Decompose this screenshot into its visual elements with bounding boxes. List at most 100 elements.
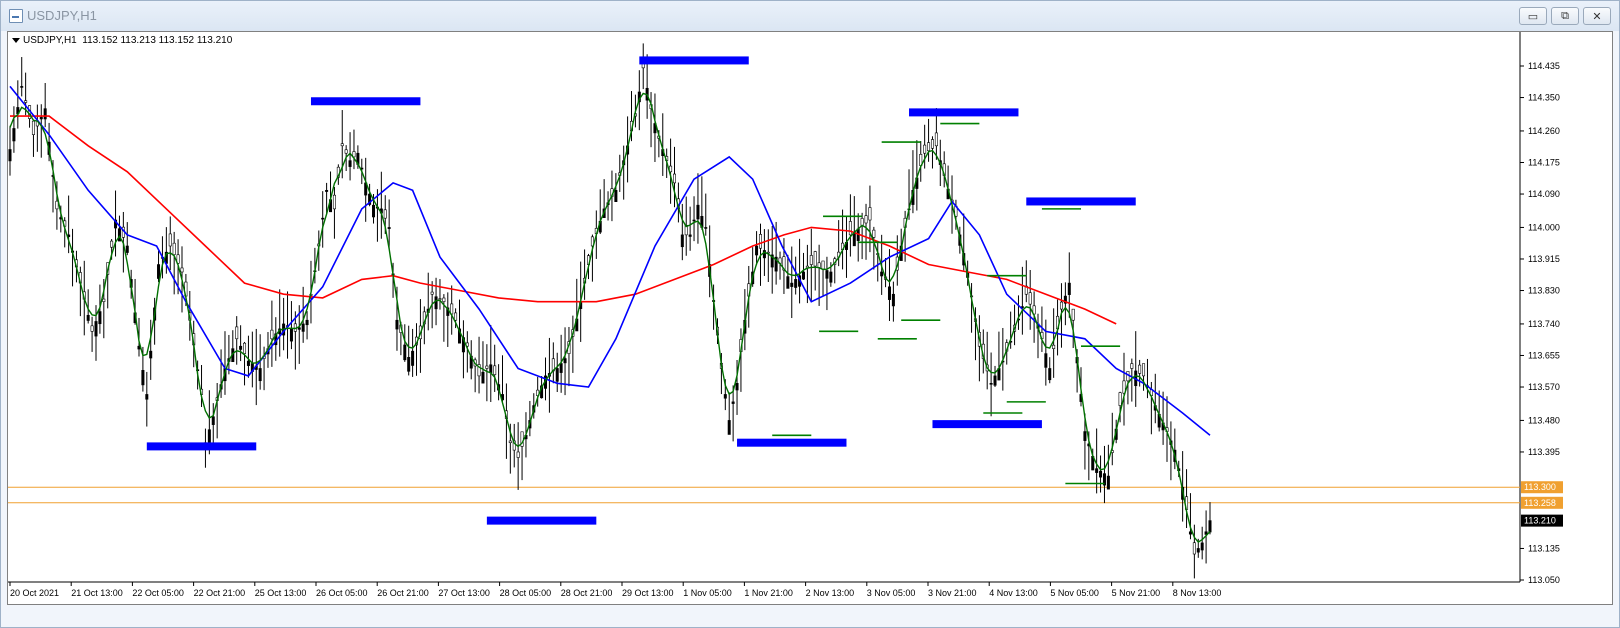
- candle-body: [141, 370, 145, 386]
- candle-body: [1138, 364, 1142, 374]
- dropdown-arrow-icon[interactable]: [12, 37, 20, 43]
- candle-body: [235, 326, 239, 340]
- price-chart[interactable]: 114.435 114.350 114.260 114.175 114.090 114.0…: [8, 32, 1612, 604]
- candle-body: [102, 298, 106, 302]
- candle-body: [301, 323, 305, 332]
- candle-body: [340, 143, 344, 147]
- candle-body: [614, 190, 618, 202]
- candle-body: [1052, 344, 1056, 349]
- candle-body: [1196, 548, 1200, 553]
- candle-body: [848, 221, 852, 236]
- candle-body: [55, 200, 59, 210]
- candle-body: [125, 245, 129, 253]
- candle-body: [704, 227, 708, 229]
- y-tick-label: 113.830: [1528, 286, 1560, 296]
- x-tick-label: 28 Oct 21:00: [561, 588, 613, 598]
- candle-body: [348, 160, 352, 167]
- chart-symbol: USDJPY,H1: [23, 35, 77, 46]
- title-bar[interactable]: USDJPY,H1 ▭ ⧉ ✕: [1, 1, 1619, 31]
- candle-body: [934, 132, 938, 147]
- candle-body: [31, 120, 35, 135]
- restore-button[interactable]: ⧉: [1551, 7, 1579, 25]
- support-resistance-zone: [310, 97, 421, 106]
- x-tick-label: 28 Oct 05:00: [500, 588, 552, 598]
- support-resistance-zone: [639, 56, 749, 65]
- candle-body: [207, 429, 211, 444]
- minimize-icon: ▭: [1527, 10, 1539, 23]
- ma-mid-line: [9, 85, 1211, 436]
- candle-body: [8, 149, 12, 162]
- candle-body: [246, 360, 250, 366]
- support-resistance-zone: [146, 442, 257, 451]
- candle-body: [430, 291, 434, 295]
- bottom-strip: [1, 605, 1619, 627]
- x-tick-label: 25 Oct 13:00: [255, 588, 307, 598]
- candle-body: [20, 86, 24, 88]
- candle-body: [243, 342, 247, 354]
- candle-body: [930, 139, 934, 149]
- x-tick-label: 22 Oct 21:00: [194, 588, 246, 598]
- candle-body: [825, 270, 829, 279]
- candle-body: [211, 416, 215, 425]
- candle-body: [1130, 363, 1134, 369]
- y-tick-label: 114.175: [1528, 157, 1560, 167]
- candle-body: [868, 207, 872, 221]
- price-level-label: 113.300: [1524, 482, 1556, 492]
- candle-body: [172, 242, 176, 255]
- candle-body: [727, 420, 731, 435]
- candle-body: [735, 383, 739, 391]
- candle-body: [692, 219, 696, 222]
- x-tick-label: 22 Oct 05:00: [132, 588, 184, 598]
- x-tick-label: 2 Nov 13:00: [806, 588, 855, 598]
- close-button[interactable]: ✕: [1583, 7, 1611, 25]
- candle-body: [43, 108, 47, 120]
- minimize-button[interactable]: ▭: [1519, 7, 1547, 25]
- candle-body: [485, 365, 489, 369]
- chart-ohlc: 113.152 113.213 113.152 113.210: [82, 35, 233, 46]
- candle-body: [180, 267, 184, 273]
- y-tick-label: 114.260: [1528, 126, 1560, 136]
- candle-body: [1071, 308, 1075, 321]
- support-resistance-zone: [486, 516, 597, 525]
- candle-body: [149, 350, 153, 359]
- candle-body: [372, 204, 376, 218]
- candle-body: [39, 117, 43, 120]
- candle-body: [813, 251, 817, 267]
- candle-body: [450, 303, 454, 315]
- candle-body: [86, 314, 90, 321]
- x-tick-label: 1 Nov 05:00: [683, 588, 732, 598]
- candle-body: [731, 401, 735, 404]
- candle-body: [688, 234, 692, 237]
- candle-body: [696, 204, 700, 220]
- candle-body: [1192, 542, 1196, 555]
- y-tick-label: 114.350: [1528, 93, 1560, 103]
- candle-body: [758, 234, 762, 249]
- x-tick-label: 5 Nov 05:00: [1050, 588, 1099, 598]
- support-resistance-zone: [1026, 197, 1136, 206]
- price-level-label: 113.258: [1524, 498, 1556, 508]
- x-tick-label: 8 Nov 13:00: [1173, 588, 1222, 598]
- candle-body: [1095, 468, 1099, 473]
- window-title: USDJPY,H1: [27, 8, 97, 23]
- candle-body: [1048, 368, 1052, 381]
- candle-body: [794, 279, 798, 288]
- candle-body: [927, 142, 931, 152]
- candle-body: [563, 358, 567, 364]
- candle-body: [672, 173, 676, 184]
- candle-body: [434, 296, 438, 310]
- candle-body: [891, 293, 895, 307]
- candle-body: [383, 209, 387, 219]
- candle-body: [755, 245, 759, 256]
- candle-body: [94, 321, 98, 337]
- current-price-label: 113.210: [1524, 516, 1556, 526]
- candle-body: [403, 344, 407, 361]
- y-tick-label: 113.395: [1528, 447, 1560, 457]
- candle-body: [493, 365, 497, 375]
- candle-body: [555, 368, 559, 382]
- candle-body: [325, 190, 329, 192]
- candle-body: [786, 276, 790, 289]
- chart-area[interactable]: 114.435 114.350 114.260 114.175 114.090 114.0…: [7, 31, 1613, 605]
- support-resistance-zone: [932, 420, 1042, 429]
- x-tick-label: 5 Nov 21:00: [1112, 588, 1161, 598]
- y-tick-label: 113.050: [1528, 575, 1560, 585]
